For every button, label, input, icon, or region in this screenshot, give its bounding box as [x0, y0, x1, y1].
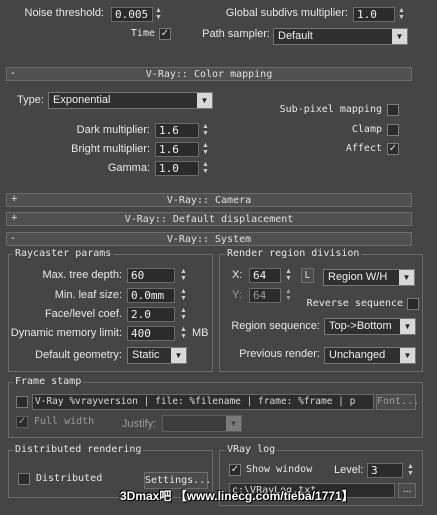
region-sequence-dropdown[interactable]: Top->Bottom ▼: [324, 318, 416, 335]
region-y-label: Y:: [232, 289, 242, 301]
default-geometry-value: Static: [132, 349, 160, 361]
chevron-down-icon[interactable]: ▼: [399, 270, 414, 285]
time-label: Time: [130, 28, 155, 39]
justify-label: Justify:: [122, 418, 157, 430]
chevron-down-icon[interactable]: ▼: [400, 348, 415, 363]
rollout-title: V-Ray:: Camera: [166, 195, 252, 206]
memory-unit-label: MB: [192, 327, 209, 339]
region-mode-dropdown[interactable]: Region W/H ▼: [323, 269, 415, 286]
spinner-arrows-icon[interactable]: ▲ ▼: [180, 268, 187, 282]
dynamic-memory-limit-spinner[interactable]: 400: [127, 326, 175, 341]
watermark-text: 3Dmax吧 【www.linecg.com/tieba/1771】: [120, 489, 354, 503]
default-geometry-dropdown[interactable]: Static ▼: [127, 347, 187, 364]
region-x-label: X:: [232, 269, 243, 281]
min-leaf-size-spinner[interactable]: 0.0mm: [127, 288, 175, 303]
time-checkbox[interactable]: ✓: [159, 28, 171, 40]
region-mode-value: Region W/H: [328, 271, 388, 283]
chevron-down-icon[interactable]: ▼: [171, 348, 186, 363]
clamp-checkbox[interactable]: [387, 124, 399, 136]
spinner-arrows-icon[interactable]: ▲ ▼: [180, 307, 187, 321]
type-value: Exponential: [53, 94, 111, 106]
chevron-down-icon[interactable]: ▼: [197, 93, 212, 108]
rollout-title: V-Ray:: System: [166, 234, 252, 245]
frame-stamp-checkbox[interactable]: [16, 396, 28, 408]
chevron-down-icon[interactable]: ▼: [226, 416, 241, 431]
dark-multiplier-label: Dark multiplier:: [76, 124, 150, 136]
lock-button[interactable]: L: [301, 268, 314, 283]
min-leaf-size-label: Min. leaf size:: [54, 289, 122, 301]
bright-multiplier-label: Bright multiplier:: [71, 143, 150, 155]
face-level-coef-label: Face/level coef.: [44, 308, 122, 320]
gamma-label: Gamma:: [107, 162, 150, 174]
face-level-coef-spinner[interactable]: 2.0: [127, 307, 175, 322]
dynamic-memory-limit-label: Dynamic memory limit:: [10, 327, 122, 339]
region-y-spinner[interactable]: 64: [249, 288, 281, 303]
show-window-checkbox[interactable]: ✓: [229, 464, 241, 476]
path-sampler-dropdown[interactable]: Default ▼: [273, 28, 408, 45]
spinner-arrows-icon[interactable]: ▲ ▼: [202, 161, 209, 175]
default-geometry-label: Default geometry:: [35, 349, 122, 361]
path-sampler-label: Path sampler:: [202, 28, 270, 40]
region-x-spinner[interactable]: 64: [249, 268, 281, 283]
max-tree-depth-label: Max. tree depth:: [42, 269, 123, 281]
affect-checkbox[interactable]: ✓: [387, 143, 399, 155]
region-sequence-label: Region sequence:: [231, 320, 320, 332]
spinner-arrows-icon[interactable]: ▲ ▼: [202, 142, 209, 156]
path-sampler-value: Default: [278, 30, 313, 42]
log-browse-button[interactable]: ...: [398, 483, 416, 498]
justify-dropdown[interactable]: ▼: [162, 415, 242, 432]
rollout-system[interactable]: - V-Ray:: System: [6, 232, 412, 246]
noise-threshold-label: Noise threshold:: [24, 7, 105, 19]
distributed-checkbox[interactable]: [18, 473, 30, 485]
global-subdivs-label: Global subdivs multiplier:: [225, 7, 348, 19]
spinner-arrows-icon[interactable]: ▲ ▼: [285, 288, 292, 302]
render-region-division-title: Render region division: [225, 248, 362, 259]
bright-multiplier-spinner[interactable]: 1.6: [155, 142, 199, 157]
rollout-camera[interactable]: + V-Ray:: Camera: [6, 193, 412, 207]
region-sequence-value: Top->Bottom: [329, 320, 392, 332]
clamp-label: Clamp: [351, 124, 382, 135]
raycaster-params-title: Raycaster params: [13, 248, 114, 259]
gamma-spinner[interactable]: 1.0: [155, 161, 199, 176]
subpixel-mapping-checkbox[interactable]: [387, 104, 399, 116]
chevron-down-icon[interactable]: ▼: [392, 29, 407, 44]
type-dropdown[interactable]: Exponential ▼: [48, 92, 213, 109]
spinner-arrows-icon[interactable]: ▲ ▼: [180, 326, 187, 340]
rollout-color-mapping[interactable]: - V-Ray:: Color mapping: [6, 67, 412, 81]
log-level-label: Level:: [334, 464, 364, 476]
dark-multiplier-spinner[interactable]: 1.6: [155, 123, 199, 138]
reverse-sequence-checkbox[interactable]: [407, 298, 419, 310]
frame-stamp-input[interactable]: V-Ray %vrayversion | file: %filename | f…: [32, 394, 374, 410]
rollout-title: V-Ray:: Default displacement: [124, 214, 294, 225]
distributed-rendering-title: Distributed rendering: [13, 444, 144, 455]
distributed-label: Distributed: [36, 473, 103, 484]
font-button[interactable]: Font...: [376, 394, 419, 410]
reverse-sequence-label: Reverse sequence: [306, 298, 403, 309]
spinner-arrows-icon[interactable]: ▲ ▼: [202, 123, 209, 137]
spinner-arrows-icon[interactable]: ▲ ▼: [285, 268, 292, 282]
vray-log-title: VRay log: [225, 444, 278, 455]
affect-label: Affect: [345, 143, 382, 154]
type-label: Type:: [17, 94, 44, 106]
frame-stamp-title: Frame stamp: [13, 376, 84, 387]
previous-render-value: Unchanged: [329, 349, 386, 361]
spinner-arrows-icon[interactable]: ▲ ▼: [398, 7, 405, 21]
previous-render-dropdown[interactable]: Unchanged ▼: [324, 347, 416, 364]
subpixel-mapping-label: Sub-pixel mapping: [279, 104, 382, 115]
show-window-label: Show window: [246, 464, 313, 475]
global-subdivs-spinner[interactable]: 1.0: [353, 7, 395, 22]
noise-threshold-spinner[interactable]: 0.005: [111, 7, 153, 22]
previous-render-label: Previous render:: [239, 348, 320, 360]
spinner-arrows-icon[interactable]: ▲ ▼: [407, 463, 414, 477]
rollout-default-displacement[interactable]: + V-Ray:: Default displacement: [6, 212, 412, 226]
spinner-arrows-icon[interactable]: ▲ ▼: [155, 7, 162, 21]
full-width-checkbox[interactable]: ✓: [16, 416, 28, 428]
log-level-spinner[interactable]: 3: [367, 463, 403, 478]
full-width-label: Full width: [34, 416, 95, 427]
spinner-arrows-icon[interactable]: ▲ ▼: [180, 288, 187, 302]
chevron-down-icon[interactable]: ▼: [400, 319, 415, 334]
rollout-title: V-Ray:: Color mapping: [145, 69, 273, 80]
max-tree-depth-spinner[interactable]: 60: [127, 268, 175, 283]
